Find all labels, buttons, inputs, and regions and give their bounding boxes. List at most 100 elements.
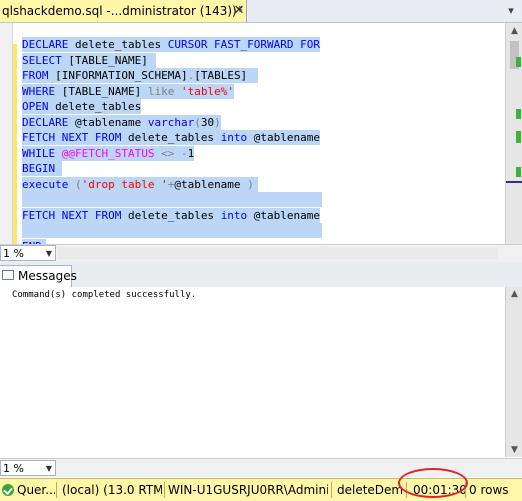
code-token: [TABLE_NAME] [55,84,148,98]
login-name: WIN-U1GUSRJU0RR\Admini... [168,483,328,497]
messages-icon [2,270,14,280]
close-tab-icon[interactable]: ✕ [232,0,246,22]
selected-code-text: WHERE [TABLE_NAME] like 'table%' [22,83,234,99]
query-status: Quer... [17,483,55,497]
selected-code-text: FETCH NEXT FROM delete_tables into @tabl… [22,207,321,223]
code-line[interactable] [22,223,322,238]
document-tab-title: qlshackdemo.sql -...dministrator (143))* [2,4,243,18]
code-token: into [220,208,248,222]
status-separator [331,482,332,498]
success-check-icon [2,484,14,496]
code-line[interactable]: WHILE @@FETCH_STATUS <> -1 [22,145,195,161]
code-line[interactable]: FETCH NEXT FROM delete_tables into @tabl… [22,207,321,223]
scroll-up-icon[interactable]: ▲ [506,287,522,301]
code-token: WHERE [22,84,56,98]
results-tab-bar: Messages [0,262,522,288]
tab-messages[interactable]: Messages [0,265,77,288]
annotation-circle [398,468,468,498]
code-token: ) [214,115,221,129]
results-vertical-scrollbar[interactable]: ▲ ▼ [505,287,522,457]
code-line[interactable]: OPEN delete_tables [22,99,142,114]
code-token: <> [161,146,175,160]
code-line[interactable]: BEGIN [22,161,62,176]
code-token: ( [194,115,201,129]
code-token: 30 [200,115,215,129]
messages-pane[interactable]: Command(s) completed successfully. [0,287,505,457]
code-token: delete_tables [121,131,221,144]
editor-status-strip: 1 % ▼ [0,244,522,262]
selected-code-text: OPEN delete_tables [22,99,142,114]
code-token: [INFORMATION_SCHEMA] [48,69,188,82]
code-token: [TABLE_NAME] [61,53,148,67]
change-marker [516,109,521,119]
code-line[interactable]: WHERE [TABLE_NAME] like 'table%' [22,83,234,99]
code-token: 'drop table ' [81,177,168,191]
selected-code-text [22,223,322,238]
tab-overflow-dropdown-icon[interactable]: ▾ [500,0,522,22]
selected-code-text: DECLARE delete_tables CURSOR FAST_FORWAR… [22,37,321,52]
code-token: like [147,84,175,98]
code-token: 1 [187,146,195,160]
scroll-down-icon[interactable]: ▼ [506,443,522,457]
change-marker [516,57,521,67]
change-marker [516,131,521,143]
code-line[interactable]: DECLARE delete_tables CURSOR FAST_FORWAR… [22,37,321,52]
code-line[interactable] [22,192,322,207]
scroll-up-icon[interactable]: ▲ [506,23,522,39]
code-token: delete_tables [68,38,168,51]
code-token: BEGIN [22,162,56,175]
chevron-down-icon: ▼ [45,249,52,258]
code-line[interactable]: SELECT [TABLE_NAME] [22,52,156,68]
code-token: ) [247,177,254,191]
code-token: FETCH NEXT FROM [22,131,122,144]
selected-code-text: DECLARE @tablename varchar(30) [22,114,221,130]
query-editor[interactable]: DECLARE delete_tables CURSOR FAST_FORWAR… [0,23,505,244]
code-token: FETCH NEXT FROM [22,208,122,222]
server-name: (local) (13.0 RTM) [62,483,162,497]
row-count: 0 rows [469,483,509,497]
selected-code-text [22,192,322,207]
editor-margin [0,23,13,244]
code-token: @@FETCH_STATUS [61,146,155,160]
code-token: @tablename [174,177,248,191]
result-message: Command(s) completed successfully. [12,290,197,300]
results-zoom-select[interactable]: 1 % ▼ [0,460,56,476]
code-token: [TABLES] [194,69,248,82]
selected-code-text: SELECT [TABLE_NAME] [22,52,156,68]
zoom-value: 1 % [3,247,24,260]
chevron-down-icon: ▼ [45,464,52,473]
code-token: ( [74,177,82,191]
code-token: execute [22,177,69,191]
code-token: varchar [147,115,195,129]
change-tracking-bar [13,44,17,244]
editor-horizontal-scrollbar[interactable] [58,247,498,259]
query-document-tab[interactable]: qlshackdemo.sql -...dministrator (143))*… [0,0,247,22]
status-separator [56,482,57,498]
code-line[interactable]: DECLARE @tablename varchar(30) [22,114,221,130]
change-marker [516,167,521,177]
code-token: DECLARE [22,115,69,129]
status-separator [164,482,165,498]
selected-code-text: FROM [INFORMATION_SCHEMA].[TABLES] [22,68,258,83]
code-token: delete_tables [121,208,221,222]
code-token: CURSOR FAST_FORWARD FOR [167,38,321,51]
code-token: FROM [22,69,49,82]
editor-vertical-scrollbar[interactable]: ▲ [505,23,522,244]
editor-zoom-select[interactable]: 1 % ▼ [0,245,56,261]
code-token: delete_tables [48,100,142,113]
code-token: WHILE [22,146,56,160]
database-name: deleteDemo [337,483,403,497]
zoom-value: 1 % [3,462,24,475]
code-line[interactable]: execute ('drop table '+@tablename ) [22,176,258,192]
code-token: @tablename [247,131,321,144]
code-token: - [180,146,188,160]
code-token: @tablename [247,208,321,222]
code-line[interactable]: FROM [INFORMATION_SCHEMA].[TABLES] [22,68,258,83]
code-line[interactable]: FETCH NEXT FROM delete_tables into @tabl… [22,130,321,145]
code-token: DECLARE [22,38,69,51]
code-token: @tablename [68,115,148,129]
